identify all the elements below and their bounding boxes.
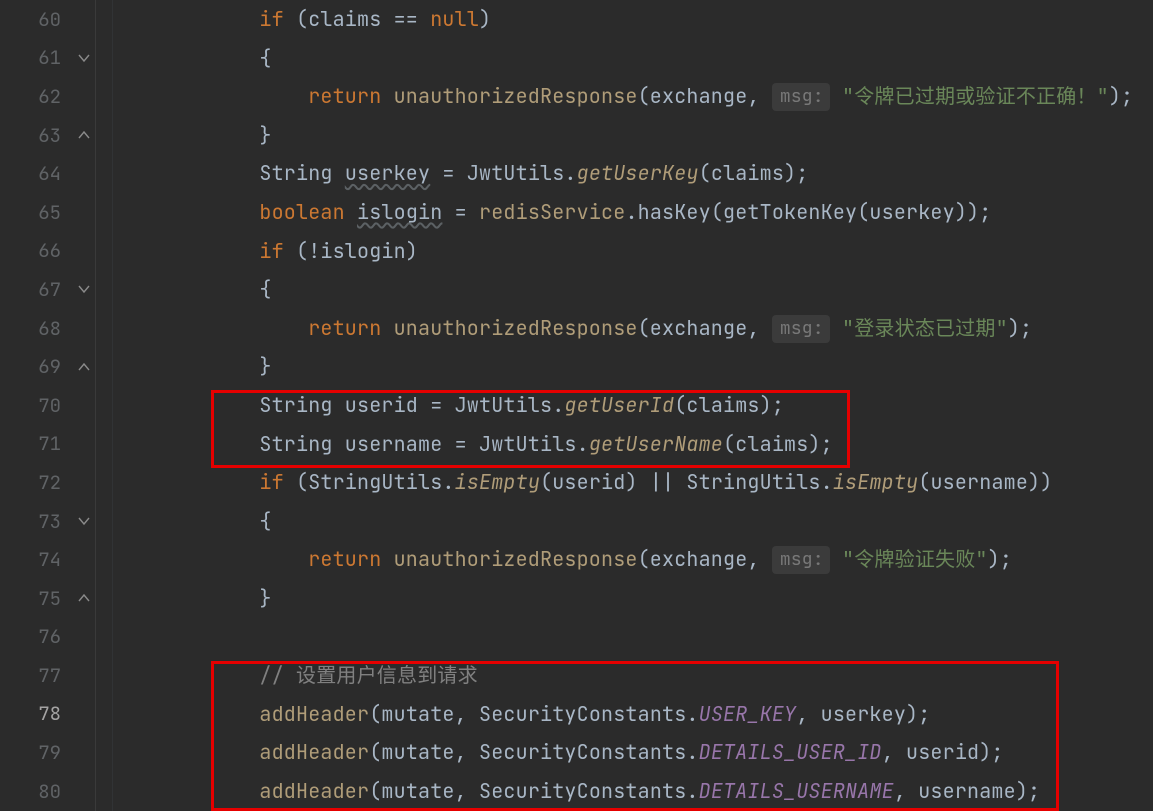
code-content[interactable]: // 设置用户信息到请求 [113,656,1153,695]
code-content[interactable]: String username = JwtUtils.getUserName(c… [113,425,1153,464]
code-line[interactable]: 70 String userid = JwtUtils.getUserId(cl… [0,386,1153,425]
code-line[interactable]: 79 addHeader(mutate, SecurityConstants.D… [0,733,1153,772]
code-line[interactable]: 61 { [0,39,1153,78]
line-number[interactable]: 71 [0,431,95,456]
fold-close-icon[interactable] [77,360,91,374]
code-line[interactable]: 65 boolean islogin = redisService.hasKey… [0,193,1153,232]
parameter-hint: msg: [772,546,830,574]
code-content[interactable]: if (claims == null) [113,0,1153,39]
code-editor[interactable]: 60 if (claims == null)61 {62 return unau… [0,0,1153,811]
code-content[interactable]: return unauthorizedResponse(exchange, ms… [113,540,1153,579]
line-number[interactable]: 79 [0,740,95,765]
code-line[interactable]: 62 return unauthorizedResponse(exchange,… [0,77,1153,116]
line-number[interactable]: 80 [0,779,95,804]
code-line[interactable]: 77 // 设置用户信息到请求 [0,656,1153,695]
code-content[interactable]: { [113,270,1153,309]
code-line[interactable]: 80 addHeader(mutate, SecurityConstants.D… [0,772,1153,811]
line-number[interactable]: 62 [0,84,95,109]
code-line[interactable]: 72 if (StringUtils.isEmpty(userid) || St… [0,463,1153,502]
line-number[interactable]: 75 [0,586,95,611]
code-content[interactable]: if (!islogin) [113,232,1153,271]
line-number[interactable]: 77 [0,663,95,688]
parameter-hint: msg: [772,315,830,343]
code-line[interactable]: 67 { [0,270,1153,309]
code-content[interactable]: return unauthorizedResponse(exchange, ms… [113,309,1153,348]
line-number[interactable]: 66 [0,238,95,263]
code-content[interactable]: { [113,39,1153,78]
code-line[interactable]: 73 { [0,502,1153,541]
code-line[interactable]: 66 if (!islogin) [0,232,1153,271]
code-line[interactable]: 69 } [0,347,1153,386]
line-number[interactable]: 78 [0,701,95,726]
code-line[interactable]: 60 if (claims == null) [0,0,1153,39]
line-number[interactable]: 68 [0,316,95,341]
code-content[interactable]: String userkey = JwtUtils.getUserKey(cla… [113,154,1153,193]
gutter-separator [95,0,96,811]
code-content[interactable]: return unauthorizedResponse(exchange, ms… [113,77,1153,116]
fold-close-icon[interactable] [77,591,91,605]
fold-close-icon[interactable] [77,128,91,142]
code-line[interactable]: 75 } [0,579,1153,618]
code-content[interactable]: addHeader(mutate, SecurityConstants.USER… [113,695,1153,734]
parameter-hint: msg: [772,83,830,111]
code-content[interactable]: String userid = JwtUtils.getUserId(claim… [113,386,1153,425]
code-content[interactable]: } [113,347,1153,386]
code-content[interactable]: addHeader(mutate, SecurityConstants.DETA… [113,772,1153,811]
code-content[interactable]: if (StringUtils.isEmpty(userid) || Strin… [113,463,1153,502]
code-line[interactable]: 63 } [0,116,1153,155]
line-number[interactable]: 72 [0,470,95,495]
line-number[interactable]: 63 [0,123,95,148]
line-number[interactable]: 60 [0,7,95,32]
code-content[interactable]: } [113,116,1153,155]
line-number[interactable]: 64 [0,161,95,186]
line-number[interactable]: 67 [0,277,95,302]
code-line[interactable]: 64 String userkey = JwtUtils.getUserKey(… [0,154,1153,193]
line-number[interactable]: 73 [0,509,95,534]
fold-open-icon[interactable] [77,51,91,65]
code-line[interactable]: 78 addHeader(mutate, SecurityConstants.U… [0,695,1153,734]
code-content[interactable]: } [113,579,1153,618]
line-number[interactable]: 70 [0,393,95,418]
code-line[interactable]: 71 String username = JwtUtils.getUserNam… [0,425,1153,464]
code-content[interactable]: boolean islogin = redisService.hasKey(ge… [113,193,1153,232]
line-number[interactable]: 65 [0,200,95,225]
line-number[interactable]: 74 [0,547,95,572]
code-line[interactable]: 74 return unauthorizedResponse(exchange,… [0,540,1153,579]
fold-open-icon[interactable] [77,282,91,296]
code-line[interactable]: 76 [0,618,1153,657]
line-number[interactable]: 61 [0,45,95,70]
code-line[interactable]: 68 return unauthorizedResponse(exchange,… [0,309,1153,348]
line-number[interactable]: 76 [0,624,95,649]
code-content[interactable]: addHeader(mutate, SecurityConstants.DETA… [113,733,1153,772]
line-number[interactable]: 69 [0,354,95,379]
code-content[interactable]: { [113,502,1153,541]
gutter-separator-2 [112,0,113,811]
fold-open-icon[interactable] [77,514,91,528]
